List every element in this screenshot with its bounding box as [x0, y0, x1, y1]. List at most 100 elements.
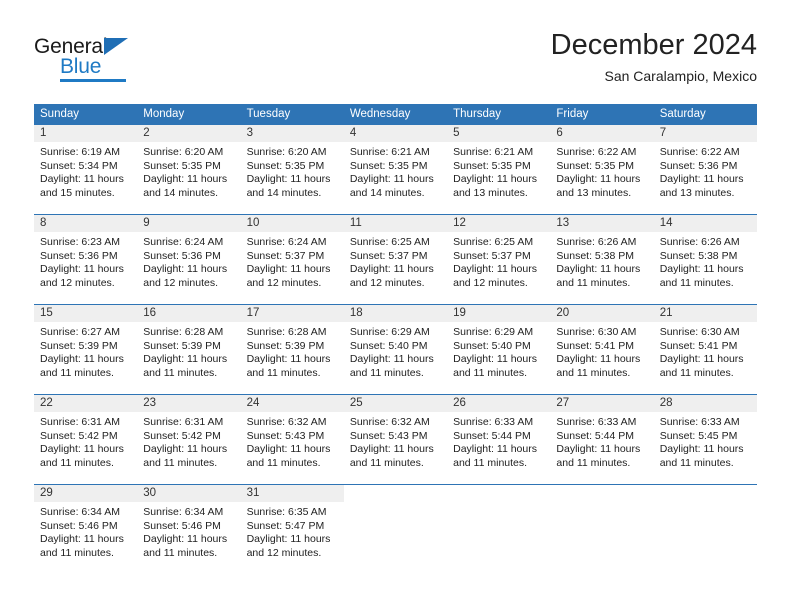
general-blue-logo[interactable]: General Blue — [34, 36, 154, 82]
day-cell[interactable]: 8 Sunrise: 6:23 AM Sunset: 5:36 PM Daylight… — [34, 215, 138, 304]
day-cell[interactable]: 3 Sunrise: 6:20 AM Sunset: 5:35 PM Daylight… — [240, 125, 344, 214]
day-number-band: 9 — [137, 215, 241, 232]
daylight-text-line2: and 12 minutes. — [143, 276, 218, 289]
day-number-band: 7 — [653, 125, 757, 142]
day-cell[interactable]: 21 Sunrise: 6:30 AM Sunset: 5:41 PM Dayligh… — [653, 305, 757, 394]
day-number: 31 — [246, 487, 260, 499]
daylight-text-line1: Daylight: 11 hours — [40, 263, 124, 276]
day-cell[interactable]: 28 Sunrise: 6:33 AM Sunset: 5:45 PM Dayligh… — [653, 395, 757, 484]
day-number: 2 — [143, 127, 150, 139]
day-info: Sunrise: 6:25 AM Sunset: 5:37 PM Daylight:… — [447, 232, 550, 290]
day-cell[interactable]: 12 Sunrise: 6:25 AM Sunset: 5:37 PM Dayligh… — [447, 215, 551, 304]
day-number: 23 — [143, 397, 157, 409]
sunrise-text: Sunrise: 6:25 AM — [453, 236, 534, 248]
day-cell[interactable]: 17 Sunrise: 6:28 AM Sunset: 5:39 PM Dayligh… — [240, 305, 344, 394]
week-row: 8 Sunrise: 6:23 AM Sunset: 5:36 PM Daylight… — [34, 215, 757, 305]
day-info — [447, 502, 550, 506]
day-number: 10 — [246, 217, 260, 229]
day-number: 19 — [453, 307, 466, 319]
daylight-text-line1: Daylight: 11 hours — [349, 263, 434, 276]
daylight-text-line2: and 14 minutes. — [246, 186, 322, 199]
day-cell[interactable]: 1 Sunrise: 6:19 AM Sunset: 5:34 PM Daylight… — [34, 125, 138, 214]
weekday-header-saturday: Saturday — [659, 108, 706, 120]
sunset-text: Sunset: 5:47 PM — [246, 519, 325, 532]
day-info — [344, 502, 447, 506]
day-info: Sunrise: 6:19 AM Sunset: 5:34 PM Daylight:… — [34, 142, 137, 200]
day-cell[interactable]: 27 Sunrise: 6:33 AM Sunset: 5:44 PM Dayligh… — [550, 395, 654, 484]
sunrise-text: Sunrise: 6:34 AM — [40, 506, 120, 518]
day-cell[interactable]: 23 Sunrise: 6:31 AM Sunset: 5:42 PM Dayligh… — [137, 395, 241, 484]
day-cell[interactable]: 5 Sunrise: 6:21 AM Sunset: 5:35 PM Daylight… — [447, 125, 551, 214]
day-cell[interactable]: 29 Sunrise: 6:34 AM Sunset: 5:46 PM Dayligh… — [34, 485, 138, 575]
day-cell[interactable]: 4 Sunrise: 6:21 AM Sunset: 5:35 PM Daylight… — [343, 125, 448, 214]
title-block: December 2024 San Caralampio, Mexico — [551, 28, 757, 85]
day-cell[interactable]: 2 Sunrise: 6:20 AM Sunset: 5:35 PM Daylight… — [137, 125, 241, 214]
day-info: Sunrise: 6:20 AM Sunset: 5:35 PM Daylight:… — [241, 142, 344, 200]
day-cell-empty — [343, 485, 448, 575]
day-cell[interactable]: 31 Sunrise: 6:35 AM Sunset: 5:47 PM Dayligh… — [240, 485, 344, 575]
daylight-text-line1: Daylight: 11 hours — [143, 173, 228, 186]
day-number-band: 6 — [550, 125, 654, 142]
day-cell[interactable]: 16 Sunrise: 6:28 AM Sunset: 5:39 PM Dayligh… — [137, 305, 241, 394]
day-cell[interactable]: 9 Sunrise: 6:24 AM Sunset: 5:36 PM Daylight… — [137, 215, 241, 304]
day-info: Sunrise: 6:30 AM Sunset: 5:41 PM Daylight:… — [654, 322, 757, 380]
daylight-text-line1: Daylight: 11 hours — [349, 173, 434, 186]
sunrise-text: Sunrise: 6:27 AM — [40, 326, 120, 338]
sunset-text: Sunset: 5:37 PM — [453, 249, 531, 262]
day-info: Sunrise: 6:26 AM Sunset: 5:38 PM Daylight:… — [654, 232, 757, 290]
day-cell[interactable]: 26 Sunrise: 6:33 AM Sunset: 5:44 PM Dayligh… — [447, 395, 551, 484]
day-info: Sunrise: 6:26 AM Sunset: 5:38 PM Daylight:… — [550, 232, 653, 290]
day-cell[interactable]: 10 Sunrise: 6:24 AM Sunset: 5:37 PM Dayligh… — [240, 215, 344, 304]
day-info: Sunrise: 6:25 AM Sunset: 5:37 PM Daylight:… — [344, 232, 447, 290]
day-cell[interactable]: 11 Sunrise: 6:25 AM Sunset: 5:37 PM Dayligh… — [343, 215, 448, 304]
day-info: Sunrise: 6:34 AM Sunset: 5:46 PM Daylight:… — [137, 502, 240, 560]
daylight-text-line1: Daylight: 11 hours — [349, 353, 434, 366]
week-row: 1 Sunrise: 6:19 AM Sunset: 5:34 PM Daylight… — [34, 125, 757, 215]
weekday-header-monday: Monday — [143, 108, 185, 120]
daylight-text-line2: and 11 minutes. — [556, 276, 631, 289]
daylight-text-line1: Daylight: 11 hours — [659, 263, 744, 276]
day-number-band: 21 — [653, 305, 757, 322]
day-cell[interactable]: 20 Sunrise: 6:30 AM Sunset: 5:41 PM Dayligh… — [550, 305, 654, 394]
daylight-text-line1: Daylight: 11 hours — [143, 533, 228, 546]
weekday-header-row: Sunday Monday Tuesday Wednesday Thursday Frid… — [34, 104, 757, 125]
day-cell[interactable]: 30 Sunrise: 6:34 AM Sunset: 5:46 PM Dayligh… — [137, 485, 241, 575]
daylight-text-line2: and 13 minutes. — [556, 186, 632, 199]
sunset-text: Sunset: 5:39 PM — [143, 339, 221, 352]
day-cell[interactable]: 22 Sunrise: 6:31 AM Sunset: 5:42 PM Dayligh… — [34, 395, 138, 484]
daylight-text-line2: and 11 minutes. — [659, 456, 734, 469]
day-number-band: 5 — [447, 125, 551, 142]
day-cell[interactable]: 24 Sunrise: 6:32 AM Sunset: 5:43 PM Dayligh… — [240, 395, 344, 484]
day-number: 20 — [556, 307, 570, 319]
week-row: 29 Sunrise: 6:34 AM Sunset: 5:46 PM Dayligh… — [34, 485, 757, 575]
day-info: Sunrise: 6:31 AM Sunset: 5:42 PM Daylight:… — [34, 412, 137, 470]
day-info: Sunrise: 6:22 AM Sunset: 5:35 PM Daylight:… — [550, 142, 653, 200]
day-cell[interactable]: 6 Sunrise: 6:22 AM Sunset: 5:35 PM Daylight… — [550, 125, 654, 214]
day-cell[interactable]: 15 Sunrise: 6:27 AM Sunset: 5:39 PM Dayligh… — [34, 305, 138, 394]
day-number: 9 — [143, 217, 150, 229]
sunrise-text: Sunrise: 6:22 AM — [556, 146, 637, 158]
day-cell[interactable]: 13 Sunrise: 6:26 AM Sunset: 5:38 PM Dayligh… — [550, 215, 654, 304]
daylight-text-line2: and 12 minutes. — [349, 276, 425, 289]
day-cell[interactable]: 7 Sunrise: 6:22 AM Sunset: 5:36 PM Daylight… — [653, 125, 757, 214]
calendar-body: 1 Sunrise: 6:19 AM Sunset: 5:34 PM Daylight… — [34, 125, 757, 575]
day-number-band: 2 — [137, 125, 241, 142]
day-number: 15 — [40, 307, 53, 319]
sunset-text: Sunset: 5:40 PM — [453, 339, 531, 352]
daylight-text-line1: Daylight: 11 hours — [40, 533, 124, 546]
day-cell[interactable]: 19 Sunrise: 6:29 AM Sunset: 5:40 PM Dayligh… — [447, 305, 551, 394]
day-number-band: 27 — [550, 395, 654, 412]
day-cell[interactable]: 25 Sunrise: 6:32 AM Sunset: 5:43 PM Dayligh… — [343, 395, 448, 484]
daylight-text-line1: Daylight: 11 hours — [40, 443, 124, 456]
sunset-text: Sunset: 5:42 PM — [40, 429, 118, 442]
sunset-text: Sunset: 5:46 PM — [40, 519, 118, 532]
day-info: Sunrise: 6:28 AM Sunset: 5:39 PM Daylight:… — [241, 322, 344, 380]
sunset-text: Sunset: 5:37 PM — [246, 249, 325, 262]
sunset-text: Sunset: 5:45 PM — [659, 429, 738, 442]
sunrise-text: Sunrise: 6:30 AM — [556, 326, 637, 338]
day-cell[interactable]: 18 Sunrise: 6:29 AM Sunset: 5:40 PM Dayligh… — [343, 305, 448, 394]
day-cell[interactable]: 14 Sunrise: 6:26 AM Sunset: 5:38 PM Dayligh… — [653, 215, 757, 304]
daylight-text-line1: Daylight: 11 hours — [659, 353, 744, 366]
weekday-header-sunday: Sunday — [40, 108, 80, 120]
day-number: 17 — [246, 307, 260, 319]
